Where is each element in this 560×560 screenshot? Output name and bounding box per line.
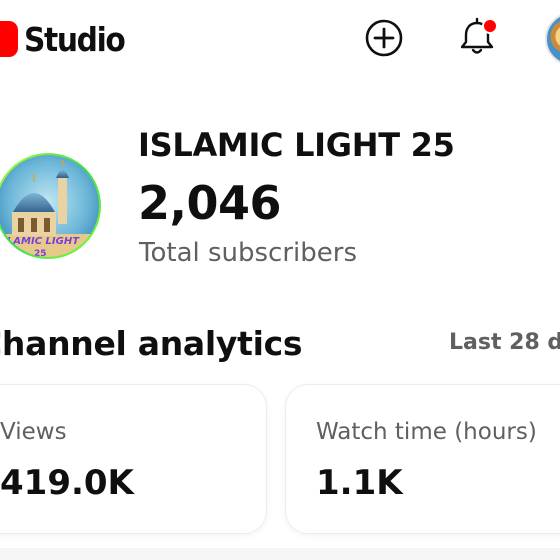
period-selector[interactable]: Last 28 days xyxy=(449,330,560,355)
views-label: Views xyxy=(0,419,67,445)
create-button[interactable] xyxy=(363,17,405,59)
notification-badge xyxy=(482,18,498,34)
svg-text:ISLAMIC LIGHT: ISLAMIC LIGHT xyxy=(0,236,80,247)
studio-logo[interactable]: Studio xyxy=(0,18,136,60)
watch-time-value: 1.1K xyxy=(316,463,403,503)
youtube-logo-icon xyxy=(0,21,18,57)
subscriber-count: 2,046 xyxy=(138,176,282,230)
mosque-avatar-image: ISLAMIC LIGHT 25 xyxy=(0,153,101,259)
watch-time-label: Watch time (hours) xyxy=(316,419,537,445)
channel-name: ISLAMIC LIGHT 25 xyxy=(138,126,455,164)
channel-avatar[interactable]: ISLAMIC LIGHT 25 xyxy=(0,122,106,270)
views-value: 419.0K xyxy=(0,463,134,503)
subscriber-label: Total subscribers xyxy=(139,238,358,268)
account-avatar[interactable] xyxy=(545,12,560,66)
notifications-button[interactable] xyxy=(455,15,499,59)
views-card[interactable]: Views 419.0K xyxy=(0,385,266,533)
plus-circle-icon xyxy=(365,19,403,57)
watch-time-card[interactable]: Watch time (hours) 1.1K xyxy=(286,385,560,533)
bottom-divider xyxy=(0,548,560,560)
app-name: Studio xyxy=(24,19,126,59)
analytics-title: Channel analytics xyxy=(0,324,303,363)
top-app-bar: Studio xyxy=(0,0,560,78)
studio-dashboard: Studio ISLAMIC LIGHT 25 ISLAMIC LIGHT 25… xyxy=(0,0,560,560)
